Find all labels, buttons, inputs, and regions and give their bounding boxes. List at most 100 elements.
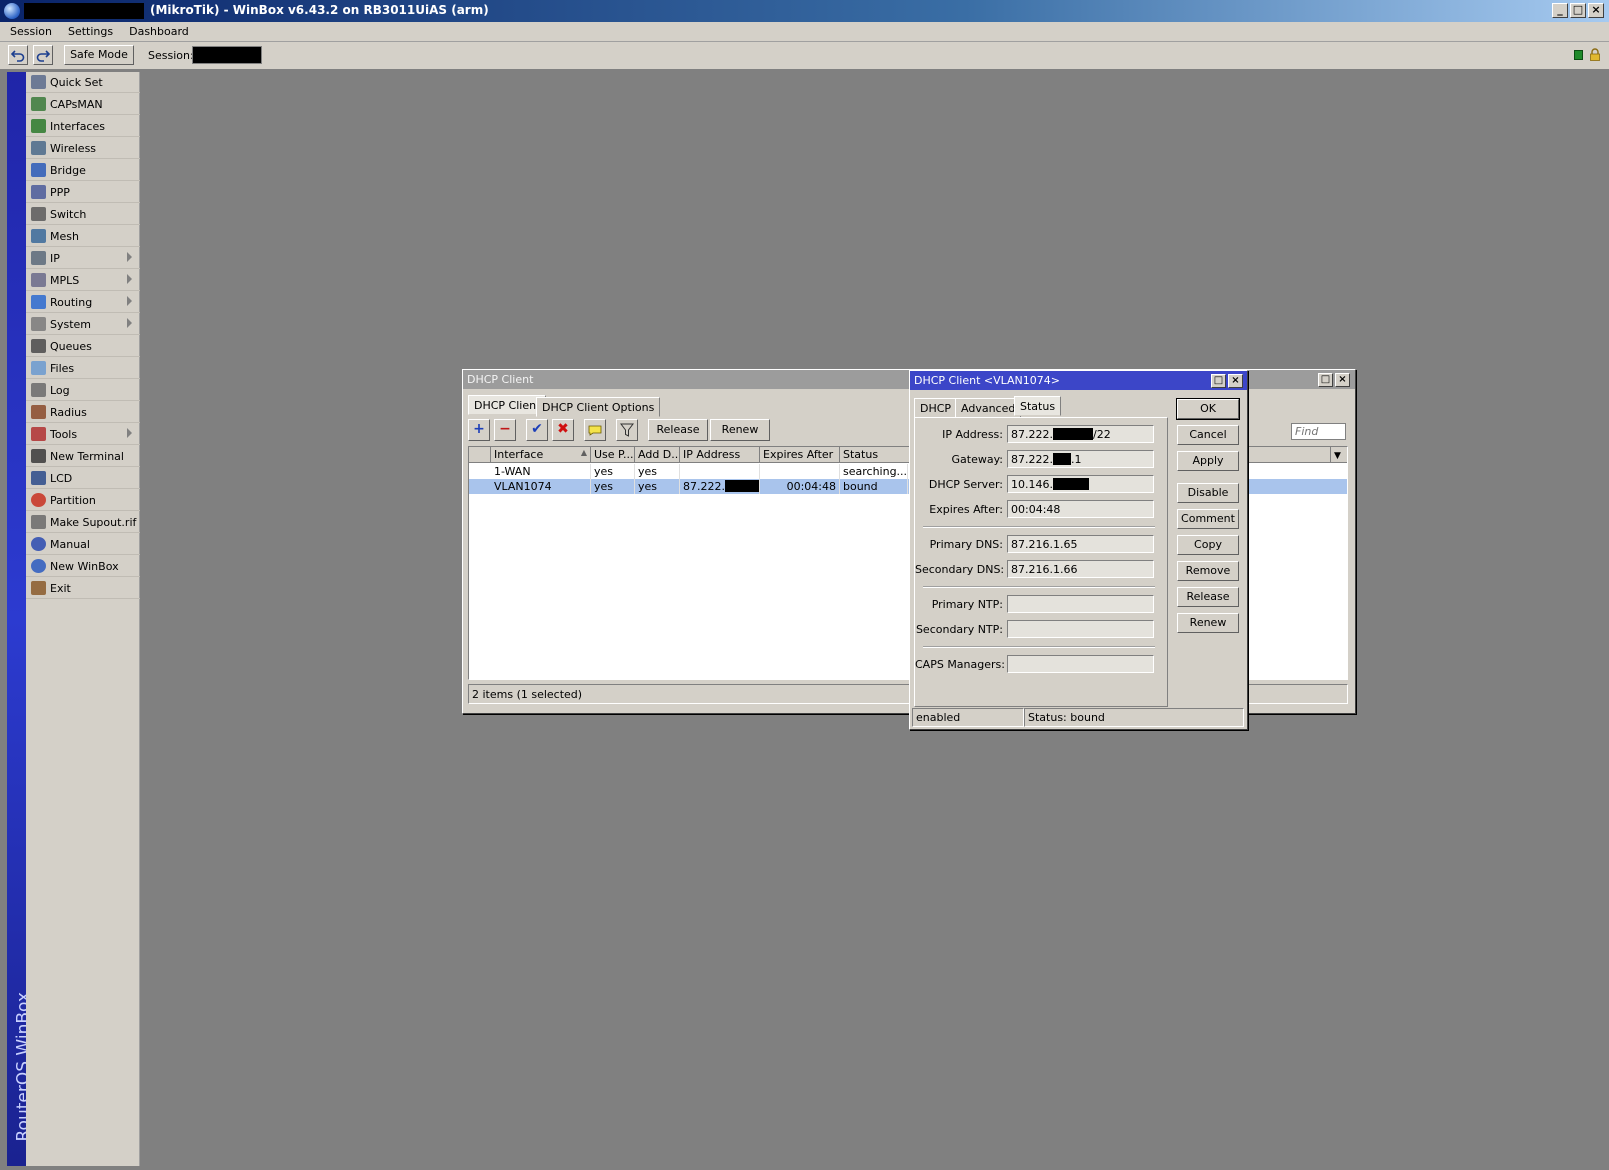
sidebar-item-routing[interactable]: Routing bbox=[26, 292, 140, 313]
sidebar-item-exit[interactable]: Exit bbox=[26, 578, 140, 599]
sidebar-item-lcd[interactable]: LCD bbox=[26, 468, 140, 489]
folder-icon bbox=[31, 361, 46, 375]
sidebar-item-label: Exit bbox=[50, 582, 71, 595]
undo-icon bbox=[10, 50, 25, 62]
comment-button[interactable]: Comment bbox=[1177, 509, 1239, 529]
disable-button[interactable]: ✖ bbox=[552, 419, 574, 441]
column-header-interface[interactable]: Interface ▲ bbox=[491, 447, 591, 463]
ok-button[interactable]: OK bbox=[1176, 398, 1240, 420]
sidebar-item-wireless[interactable]: Wireless bbox=[26, 138, 140, 159]
sidebar-item-queues[interactable]: Queues bbox=[26, 336, 140, 357]
tab-advanced[interactable]: Advanced bbox=[955, 398, 1022, 418]
sidebar-item-label: Files bbox=[50, 362, 75, 375]
submenu-arrow-icon bbox=[127, 318, 132, 328]
tab-dhcp[interactable]: DHCP bbox=[914, 398, 958, 418]
disable-button[interactable]: Disable bbox=[1177, 483, 1239, 503]
cell-expires-after bbox=[760, 464, 840, 479]
dhcp-server-value: 10.146. bbox=[1007, 475, 1154, 493]
sidebar-item-interfaces[interactable]: Interfaces bbox=[26, 116, 140, 137]
sidebar-item-make-supout-rif[interactable]: Make Supout.rif bbox=[26, 512, 140, 533]
dhcp-detail-close-button[interactable]: × bbox=[1228, 374, 1243, 388]
sidebar-item-quick-set[interactable]: Quick Set bbox=[26, 72, 140, 93]
enable-button[interactable]: ✔ bbox=[526, 419, 548, 441]
ethernet-icon bbox=[31, 119, 46, 133]
apply-button[interactable]: Apply bbox=[1177, 451, 1239, 471]
close-button[interactable]: × bbox=[1588, 3, 1604, 18]
sidebar-item-label: IP bbox=[50, 252, 60, 265]
terminal-icon bbox=[31, 449, 46, 463]
column-header-ip-address[interactable]: IP Address bbox=[680, 447, 760, 463]
column-header-add-default[interactable]: Add D... bbox=[635, 447, 680, 463]
sidebar-item-label: Interfaces bbox=[50, 120, 105, 133]
cell-use-peer: yes bbox=[591, 464, 635, 479]
field-secondary-ntp: Secondary NTP: bbox=[915, 620, 1165, 640]
antenna-icon bbox=[31, 97, 46, 111]
sidebar-item-files[interactable]: Files bbox=[26, 358, 140, 379]
sidebar-item-ip[interactable]: IP bbox=[26, 248, 140, 269]
remove-button[interactable]: − bbox=[494, 419, 516, 441]
redo-button[interactable] bbox=[33, 45, 53, 65]
sidebar-item-ppp[interactable]: PPP bbox=[26, 182, 140, 203]
sidebar-item-new-terminal[interactable]: New Terminal bbox=[26, 446, 140, 467]
queues-icon bbox=[31, 339, 46, 353]
renew-button[interactable]: Renew bbox=[710, 419, 770, 441]
tab-dhcp-client-options[interactable]: DHCP Client Options bbox=[536, 397, 661, 417]
column-header-use-peer[interactable]: Use P... bbox=[591, 447, 635, 463]
sort-arrow-icon: ▲ bbox=[580, 448, 587, 457]
sidebar-item-mpls[interactable]: MPLS bbox=[26, 270, 140, 291]
tab-dhcp-client[interactable]: DHCP Client bbox=[468, 395, 547, 415]
sidebar-item-label: Mesh bbox=[50, 230, 79, 243]
column-header-expires-after[interactable]: Expires After bbox=[760, 447, 840, 463]
globe-icon bbox=[31, 559, 46, 573]
gateway-value: 87.222. .1 bbox=[1007, 450, 1154, 468]
release-button[interactable]: Release bbox=[1177, 587, 1239, 607]
redacted-ip bbox=[1053, 478, 1089, 490]
field-caps-managers: CAPS Managers: bbox=[915, 655, 1165, 675]
sidebar-item-label: Manual bbox=[50, 538, 90, 551]
app-title-bar: (MikroTik) - WinBox v6.43.2 on RB3011UiA… bbox=[0, 0, 1609, 22]
wand-icon bbox=[31, 75, 46, 89]
connection-status-icon bbox=[1574, 50, 1583, 60]
field-primary-dns: Primary DNS: 87.216.1.65 bbox=[915, 535, 1165, 555]
tab-status[interactable]: Status bbox=[1014, 396, 1062, 416]
sidebar-item-mesh[interactable]: Mesh bbox=[26, 226, 140, 247]
sidebar-item-system[interactable]: System bbox=[26, 314, 140, 335]
copy-button[interactable]: Copy bbox=[1177, 535, 1239, 555]
dhcp-list-maximize-button[interactable]: □ bbox=[1318, 373, 1333, 387]
release-button[interactable]: Release bbox=[648, 419, 708, 441]
column-chooser-button[interactable]: ▼ bbox=[1331, 447, 1347, 463]
sidebar-item-log[interactable]: Log bbox=[26, 380, 140, 401]
sidebar-item-label: Quick Set bbox=[50, 76, 103, 89]
sidebar-item-capsman[interactable]: CAPsMAN bbox=[26, 94, 140, 115]
menu-session[interactable]: Session bbox=[0, 22, 58, 38]
maximize-button[interactable]: □ bbox=[1570, 3, 1586, 18]
menu-dashboard[interactable]: Dashboard bbox=[119, 22, 195, 38]
session-field[interactable] bbox=[192, 46, 262, 64]
undo-button[interactable] bbox=[8, 45, 28, 65]
sidebar-item-label: Partition bbox=[50, 494, 96, 507]
dhcp-list-close-button[interactable]: × bbox=[1335, 373, 1350, 387]
renew-button[interactable]: Renew bbox=[1177, 613, 1239, 633]
sidebar-item-partition[interactable]: Partition bbox=[26, 490, 140, 511]
sidebar-item-radius[interactable]: Radius bbox=[26, 402, 140, 423]
cell-status: searching... bbox=[840, 464, 908, 479]
remove-button[interactable]: Remove bbox=[1177, 561, 1239, 581]
sidebar-item-bridge[interactable]: Bridge bbox=[26, 160, 140, 181]
winbox-logo-icon bbox=[4, 3, 20, 19]
find-input[interactable] bbox=[1291, 423, 1346, 440]
dhcp-detail-maximize-button[interactable]: □ bbox=[1211, 374, 1226, 388]
menu-bar: Session Settings Dashboard bbox=[0, 22, 1609, 42]
cancel-button[interactable]: Cancel bbox=[1177, 425, 1239, 445]
sidebar-item-new-winbox[interactable]: New WinBox bbox=[26, 556, 140, 577]
safe-mode-button[interactable]: Safe Mode bbox=[64, 45, 134, 65]
filter-button[interactable] bbox=[616, 419, 638, 441]
x-icon: ✖ bbox=[557, 421, 569, 437]
sidebar-item-tools[interactable]: Tools bbox=[26, 424, 140, 445]
add-button[interactable]: + bbox=[468, 419, 490, 441]
sidebar-item-manual[interactable]: Manual bbox=[26, 534, 140, 555]
menu-settings[interactable]: Settings bbox=[58, 22, 119, 38]
sidebar-menu: Quick Set CAPsMAN Interfaces Wireless Bridge… bbox=[26, 72, 140, 1166]
minimize-button[interactable]: _ bbox=[1552, 3, 1568, 18]
sidebar-item-switch[interactable]: Switch bbox=[26, 204, 140, 225]
comment-button[interactable] bbox=[584, 419, 606, 441]
